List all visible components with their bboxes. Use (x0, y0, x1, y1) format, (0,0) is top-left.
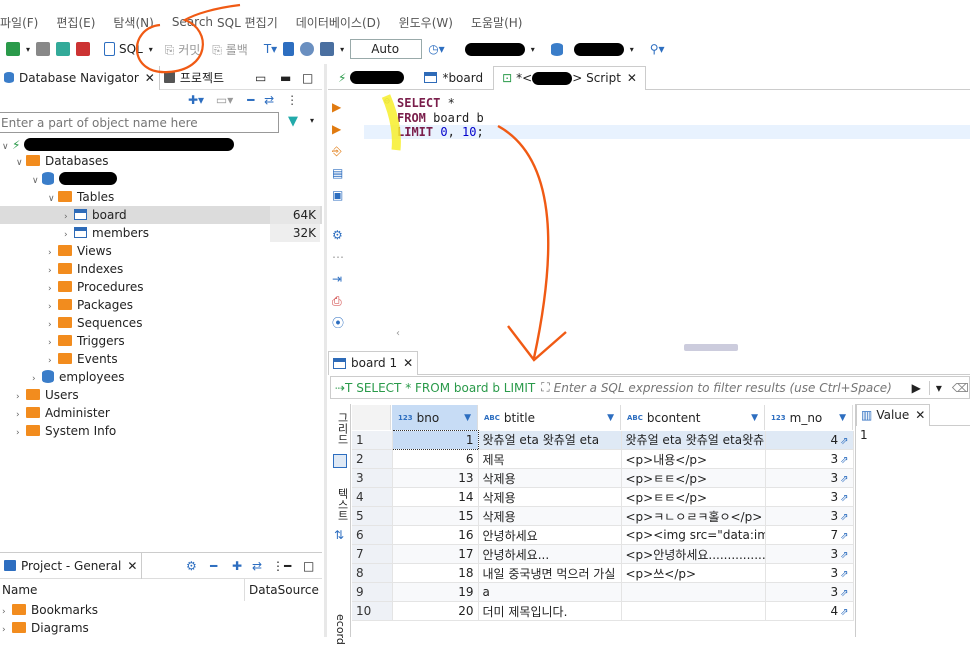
annotation-highlight (381, 94, 401, 151)
annotation-arrow (497, 124, 550, 359)
annotation-circle (135, 3, 241, 74)
annotation-overlay (135, 3, 567, 362)
